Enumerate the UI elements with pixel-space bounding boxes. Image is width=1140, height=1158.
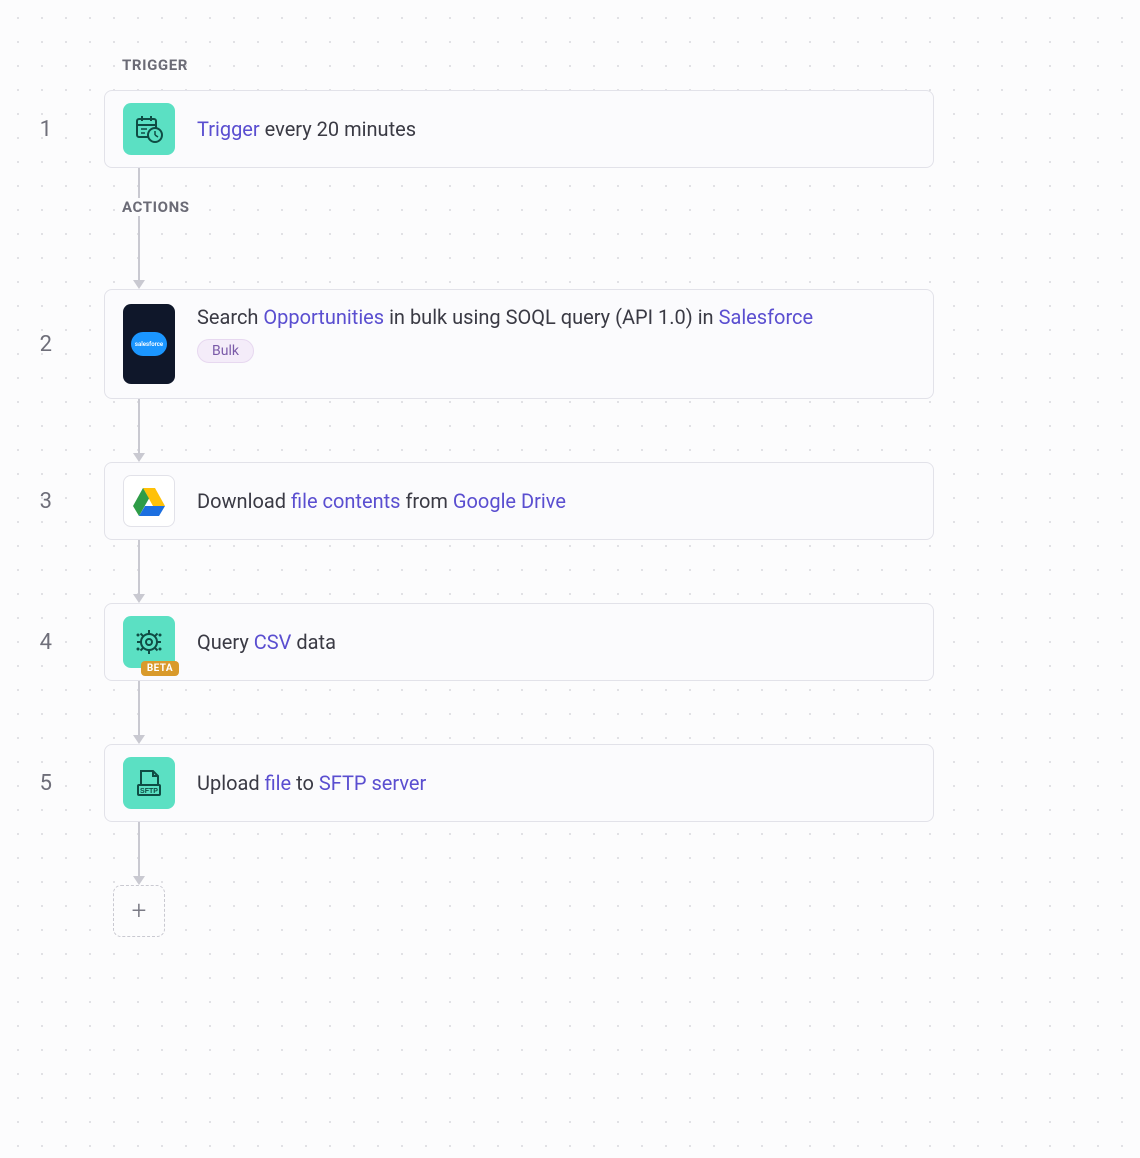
actions-section-label: ACTIONS bbox=[122, 198, 1140, 216]
bulk-pill: Bulk bbox=[197, 339, 254, 363]
action-card-sftp[interactable]: SFTP Upload file to SFTP server bbox=[104, 744, 934, 822]
action-row: 2 salesforce Search Opportunities in bul… bbox=[0, 289, 1140, 399]
action-title: Search Opportunities in bulk using SOQL … bbox=[197, 304, 813, 331]
action-card-csv[interactable]: BETA Query CSV data bbox=[104, 603, 934, 681]
add-step-button[interactable]: + bbox=[113, 885, 165, 937]
sftp-icon: SFTP bbox=[123, 757, 175, 809]
trigger-card[interactable]: Trigger every 20 minutes bbox=[104, 90, 934, 168]
connector-line bbox=[138, 168, 140, 198]
connector-line bbox=[138, 399, 140, 462]
trigger-title: Trigger every 20 minutes bbox=[197, 116, 416, 143]
trigger-row: 1 Trigger every 20 minutes bbox=[0, 90, 1140, 168]
action-title: Upload file to SFTP server bbox=[197, 770, 426, 797]
trigger-section-label: TRIGGER bbox=[122, 56, 1140, 74]
action-row: 3 Download file contents from Google Dri… bbox=[0, 462, 1140, 540]
action-row: 5 SFTP Upload file to SFTP server bbox=[0, 744, 1140, 822]
action-title: Download file contents from Google Drive bbox=[197, 488, 566, 515]
csv-query-icon: BETA bbox=[123, 616, 175, 668]
action-title: Query CSV data bbox=[197, 629, 336, 656]
google-drive-icon bbox=[123, 475, 175, 527]
connector-line bbox=[138, 681, 140, 744]
step-number: 1 bbox=[0, 117, 86, 142]
step-number: 2 bbox=[0, 332, 86, 357]
connector-line bbox=[138, 822, 140, 885]
action-row: 4 BETA Query CSV data bbox=[0, 603, 1140, 681]
schedule-icon bbox=[123, 103, 175, 155]
step-number: 4 bbox=[0, 630, 86, 655]
beta-badge: BETA bbox=[141, 661, 179, 676]
salesforce-icon: salesforce bbox=[123, 304, 175, 384]
action-card-gdrive[interactable]: Download file contents from Google Drive bbox=[104, 462, 934, 540]
svg-text:SFTP: SFTP bbox=[140, 788, 158, 795]
connector-line bbox=[138, 216, 140, 289]
action-card-salesforce[interactable]: salesforce Search Opportunities in bulk … bbox=[104, 289, 934, 399]
step-number: 5 bbox=[0, 771, 86, 796]
connector-line bbox=[138, 540, 140, 603]
plus-icon: + bbox=[132, 896, 147, 926]
step-number: 3 bbox=[0, 489, 86, 514]
action-content: Search Opportunities in bulk using SOQL … bbox=[197, 304, 813, 363]
